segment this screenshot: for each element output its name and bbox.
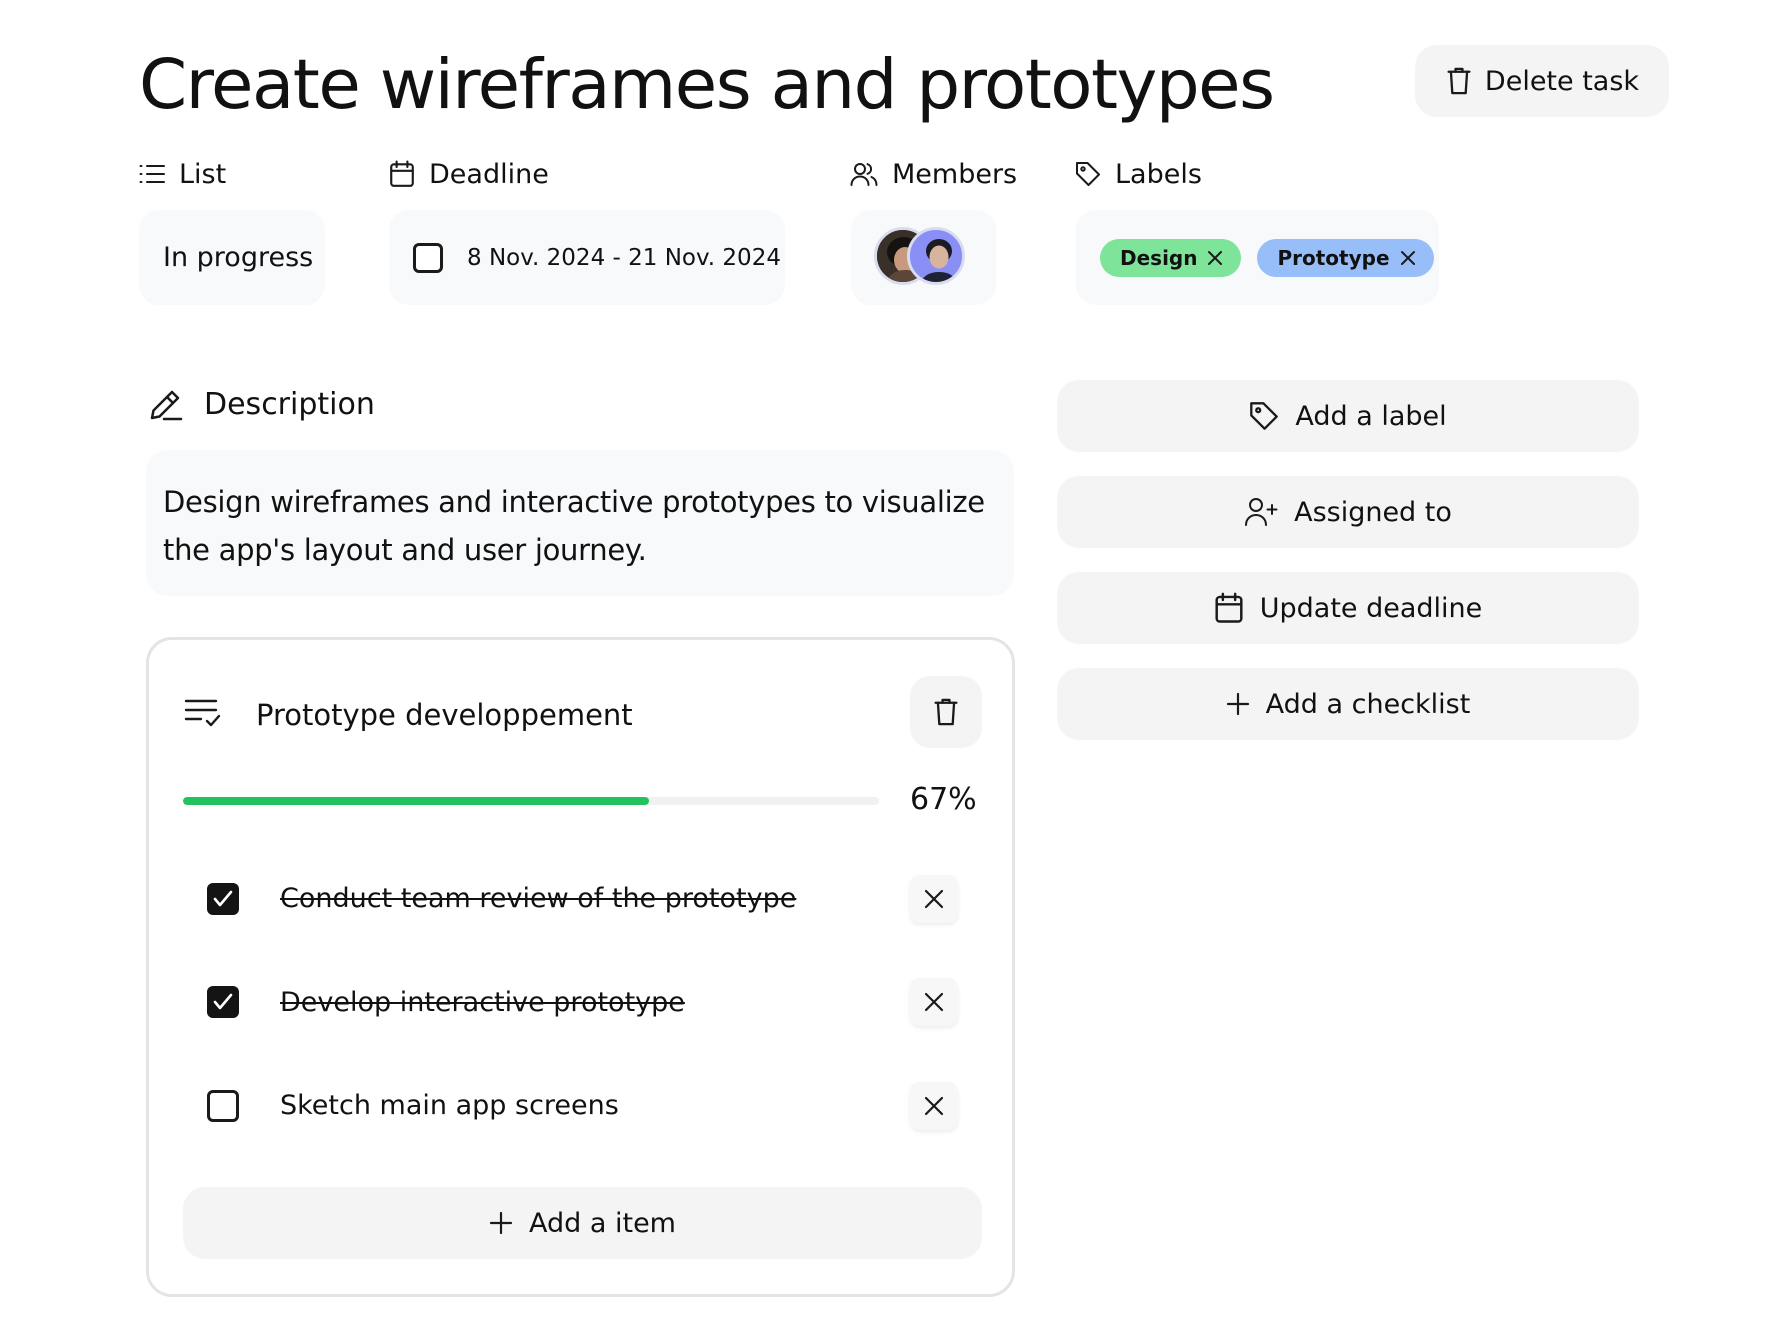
checklist-item-text[interactable]: Sketch main app screens: [280, 1086, 619, 1126]
close-icon[interactable]: [1207, 250, 1223, 266]
label-chip-design[interactable]: Design: [1100, 238, 1242, 277]
list-status[interactable]: In progress: [139, 210, 325, 305]
delete-task-button[interactable]: Delete task: [1415, 45, 1669, 117]
labels-label: Labels: [1115, 158, 1202, 190]
update-deadline-button[interactable]: Update deadline: [1057, 572, 1639, 644]
list-icon: [139, 163, 165, 185]
deadline-header: Deadline: [389, 153, 549, 195]
label-chip-text: Design: [1120, 245, 1198, 270]
item-checkbox[interactable]: [207, 883, 239, 915]
checklist-progress-bar: [183, 797, 879, 805]
delete-task-label: Delete task: [1484, 65, 1640, 97]
checkmark-icon: [213, 890, 233, 908]
tag-icon: [1249, 401, 1279, 431]
checklist-item-text[interactable]: Develop interactive prototype: [280, 983, 685, 1023]
add-checklist-button[interactable]: Add a checklist: [1057, 668, 1639, 740]
close-icon: [924, 992, 944, 1012]
users-icon: [850, 161, 878, 187]
deadline-checkbox[interactable]: [413, 242, 443, 273]
pencil-icon: [148, 386, 184, 422]
description-text[interactable]: Design wireframes and interactive protot…: [146, 450, 1014, 596]
plus-icon: [1226, 692, 1250, 716]
deadline-label: Deadline: [429, 158, 549, 190]
calendar-icon: [1214, 592, 1244, 624]
tag-icon: [1075, 161, 1101, 187]
avatar[interactable]: [907, 227, 965, 285]
members-header: Members: [850, 153, 1017, 195]
deadline-box: 8 Nov. 2024 - 21 Nov. 2024: [389, 210, 785, 305]
assigned-to-button[interactable]: Assigned to: [1057, 476, 1639, 548]
add-item-button[interactable]: Add a item: [183, 1187, 982, 1259]
delete-checklist-button[interactable]: [910, 676, 982, 748]
item-checkbox[interactable]: [207, 986, 239, 1018]
calendar-icon: [389, 160, 415, 188]
members-box[interactable]: [851, 210, 996, 305]
label-chip-prototype[interactable]: Prototype: [1257, 238, 1434, 277]
add-item-label: Add a item: [529, 1207, 676, 1239]
item-checkbox[interactable]: [207, 1090, 239, 1122]
list-status-value: In progress: [163, 242, 314, 273]
description-label: Description: [204, 386, 375, 422]
label-chip-text: Prototype: [1277, 245, 1390, 270]
trash-icon: [1445, 66, 1473, 96]
close-icon: [924, 889, 944, 909]
assigned-to-text: Assigned to: [1294, 496, 1452, 528]
add-label-text: Add a label: [1295, 400, 1447, 432]
add-checklist-text: Add a checklist: [1265, 688, 1471, 720]
checklist-progress-text: 67%: [910, 782, 977, 817]
remove-item-button[interactable]: [910, 978, 958, 1026]
task-title: Create wireframes and prototypes: [139, 45, 1275, 125]
deadline-value: 8 Nov. 2024 - 21 Nov. 2024: [467, 244, 781, 271]
close-icon[interactable]: [1400, 250, 1416, 266]
labels-header: Labels: [1075, 153, 1202, 195]
checkmark-icon: [213, 993, 233, 1011]
checklist-item-text[interactable]: Conduct team review of the prototype: [280, 879, 796, 919]
description-header: Description: [148, 381, 375, 427]
update-deadline-text: Update deadline: [1259, 592, 1483, 624]
checklist-title[interactable]: Prototype developpement: [256, 690, 633, 740]
close-icon: [924, 1096, 944, 1116]
checklist-icon: [184, 697, 222, 729]
plus-icon: [489, 1211, 513, 1235]
checklist-progress-fill: [183, 797, 650, 805]
members-label: Members: [892, 158, 1018, 190]
list-label: List: [179, 158, 227, 190]
trash-icon: [932, 697, 960, 727]
list-header: List: [139, 153, 226, 195]
labels-box: Design Prototype: [1076, 210, 1439, 305]
remove-item-button[interactable]: [910, 1082, 958, 1130]
remove-item-button[interactable]: [910, 875, 958, 923]
add-label-button[interactable]: Add a label: [1057, 380, 1639, 452]
user-plus-icon: [1244, 497, 1278, 527]
